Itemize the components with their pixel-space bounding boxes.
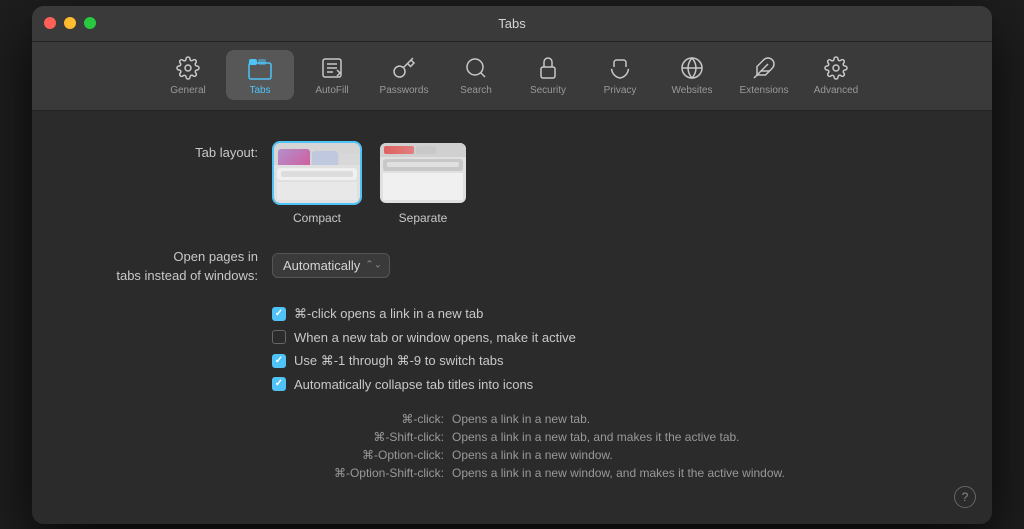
toolbar-item-general[interactable]: General <box>154 50 222 100</box>
toolbar-item-search[interactable]: Search <box>442 50 510 100</box>
shortcut-desc-3: Opens a link in a new window, and makes … <box>452 466 785 480</box>
checkbox-row-1: When a new tab or window opens, make it … <box>272 330 952 345</box>
toolbar-item-autofill[interactable]: AutoFill <box>298 50 366 100</box>
toolbar-item-websites[interactable]: Websites <box>658 50 726 100</box>
minimize-button[interactable] <box>64 17 76 29</box>
toolbar-item-extensions[interactable]: Extensions <box>730 50 798 100</box>
help-button[interactable]: ? <box>954 486 976 508</box>
tab-option-separate[interactable]: Separate <box>378 141 468 225</box>
toolbar-item-tabs[interactable]: Tabs <box>226 50 294 100</box>
advanced-icon <box>822 54 850 82</box>
tabs-label: Tabs <box>249 85 270 96</box>
shortcut-desc-1: Opens a link in a new tab, and makes it … <box>452 430 740 444</box>
open-pages-control: Automatically Always Never ⌃⌄ <box>272 253 390 278</box>
tabs-icon <box>246 54 274 82</box>
shortcut-desc-0: Opens a link in a new tab. <box>452 412 590 426</box>
websites-label: Websites <box>672 85 713 96</box>
shortcut-key-1: ⌘-Shift-click: <box>272 430 452 444</box>
zoom-button[interactable] <box>84 17 96 29</box>
open-pages-label: Open pages in tabs instead of windows: <box>72 245 272 286</box>
checkbox-label-1: When a new tab or window opens, make it … <box>294 330 576 345</box>
passwords-icon <box>390 54 418 82</box>
close-button[interactable] <box>44 17 56 29</box>
security-icon <box>534 54 562 82</box>
privacy-label: Privacy <box>604 85 637 96</box>
checkbox-label-2: Use ⌘-1 through ⌘-9 to switch tabs <box>294 353 504 369</box>
content: Tab layout: <box>32 111 992 524</box>
title-bar: Tabs <box>32 6 992 42</box>
toolbar-item-privacy[interactable]: Privacy <box>586 50 654 100</box>
websites-icon <box>678 54 706 82</box>
checkbox-label-3: Automatically collapse tab titles into i… <box>294 377 533 392</box>
preferences-window: Tabs General Tabs <box>32 6 992 524</box>
extensions-icon <box>750 54 778 82</box>
shortcut-row-1: ⌘-Shift-click: Opens a link in a new tab… <box>272 430 952 444</box>
separate-preview <box>378 141 468 205</box>
extensions-label: Extensions <box>740 85 789 96</box>
checkbox-cmd-1-9[interactable] <box>272 354 286 368</box>
tab-layout-control: Compact <box>272 141 468 225</box>
toolbar: General Tabs A <box>32 42 992 111</box>
separate-label: Separate <box>399 211 448 225</box>
tab-layout-row: Tab layout: <box>72 141 952 225</box>
checkbox-row-0: ⌘-click opens a link in a new tab <box>272 306 952 322</box>
autofill-icon <box>318 54 346 82</box>
checkbox-label-0: ⌘-click opens a link in a new tab <box>294 306 483 322</box>
tab-option-compact[interactable]: Compact <box>272 141 362 225</box>
checkbox-collapse-titles[interactable] <box>272 377 286 391</box>
toolbar-item-security[interactable]: Security <box>514 50 582 100</box>
general-label: General <box>170 85 206 96</box>
checkbox-row-2: Use ⌘-1 through ⌘-9 to switch tabs <box>272 353 952 369</box>
checkbox-row-3: Automatically collapse tab titles into i… <box>272 377 952 392</box>
shortcuts-section: ⌘-click: Opens a link in a new tab. ⌘-Sh… <box>272 412 952 480</box>
security-label: Security <box>530 85 566 96</box>
compact-preview <box>272 141 362 205</box>
dropdown-wrapper: Automatically Always Never ⌃⌄ <box>272 253 390 278</box>
checkbox-cmd-click[interactable] <box>272 307 286 321</box>
advanced-label: Advanced <box>814 85 858 96</box>
shortcut-row-0: ⌘-click: Opens a link in a new tab. <box>272 412 952 426</box>
window-title: Tabs <box>498 16 525 31</box>
shortcut-row-2: ⌘-Option-click: Opens a link in a new wi… <box>272 448 952 462</box>
content-wrapper: Tab layout: <box>32 111 992 524</box>
autofill-label: AutoFill <box>315 85 348 96</box>
search-icon <box>462 54 490 82</box>
traffic-lights <box>44 17 96 29</box>
checkbox-new-tab-active[interactable] <box>272 330 286 344</box>
toolbar-item-passwords[interactable]: Passwords <box>370 50 438 100</box>
passwords-label: Passwords <box>380 85 429 96</box>
toolbar-item-advanced[interactable]: Advanced <box>802 50 870 100</box>
shortcut-row-3: ⌘-Option-Shift-click: Opens a link in a … <box>272 466 952 480</box>
search-label: Search <box>460 85 492 96</box>
open-pages-row: Open pages in tabs instead of windows: A… <box>72 245 952 286</box>
shortcut-desc-2: Opens a link in a new window. <box>452 448 613 462</box>
privacy-icon <box>606 54 634 82</box>
shortcut-key-3: ⌘-Option-Shift-click: <box>272 466 452 480</box>
checkbox-group: ⌘-click opens a link in a new tab When a… <box>272 306 952 392</box>
compact-label: Compact <box>293 211 341 225</box>
tab-layout-label: Tab layout: <box>72 141 272 160</box>
open-pages-dropdown[interactable]: Automatically Always Never <box>272 253 390 278</box>
shortcut-key-0: ⌘-click: <box>272 412 452 426</box>
shortcut-key-2: ⌘-Option-click: <box>272 448 452 462</box>
tab-layout-options: Compact <box>272 141 468 225</box>
general-icon <box>174 54 202 82</box>
